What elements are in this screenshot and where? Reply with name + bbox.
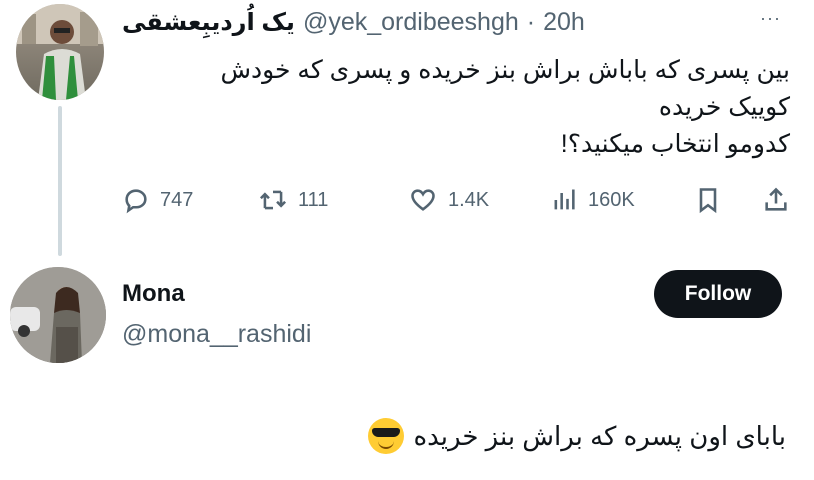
views-icon [554, 189, 575, 210]
tweet-handle[interactable]: @yek_ordibeeshgh [303, 8, 519, 37]
tweet-time[interactable]: 20h [543, 8, 585, 37]
tweet-text-line-3: کدومو انتخاب میکنید؟! [560, 130, 790, 158]
avatar-mona[interactable] [10, 267, 106, 363]
views-count: 160K [588, 188, 635, 211]
retweet-count: 111 [298, 188, 329, 211]
tweet-text: بین پسری که باباش براش بنز خریده و پسری … [130, 52, 790, 163]
reply-button[interactable]: 747 [122, 180, 193, 220]
like-button[interactable]: 1.4K [408, 180, 489, 220]
avatar-yek-ordibeeshgh[interactable] [16, 4, 104, 100]
share-icon [765, 187, 787, 211]
follow-button[interactable]: Follow [654, 270, 782, 318]
views-button[interactable]: 160K [550, 180, 635, 220]
bookmark-icon [699, 188, 717, 214]
reply-icon [125, 189, 147, 214]
tweet-header: یک اُردیبِعشقی @yek_ordibeeshgh · 20h [122, 4, 585, 40]
retweet-icon [259, 190, 287, 210]
retweet-button[interactable]: 111 [258, 180, 328, 220]
sunglasses-emoji-icon [367, 418, 404, 454]
reply-display-name[interactable]: Mona [122, 280, 185, 308]
tweet-display-name[interactable]: یک اُردیبِعشقی [122, 8, 295, 37]
heart-icon [411, 189, 435, 211]
reply-handle[interactable]: @mona__rashidi [122, 320, 311, 349]
share-button[interactable] [762, 180, 790, 220]
tweet-text-line-2: کوییک خریده [658, 93, 790, 121]
tweet-separator: · [526, 7, 536, 36]
tweet-text-line-1: بین پسری که باباش براش بنز خریده و پسری … [220, 56, 790, 84]
reply-text: بابای اون پسره که براش بنز خریده [367, 418, 787, 454]
bookmark-button[interactable] [694, 180, 722, 220]
more-options-icon[interactable]: ··· [760, 8, 781, 29]
reply-count: 747 [160, 188, 194, 211]
reply-text-content: بابای اون پسره که براش بنز خریده [413, 420, 787, 451]
thread-connector-line [58, 106, 62, 256]
like-count: 1.4K [448, 188, 490, 211]
